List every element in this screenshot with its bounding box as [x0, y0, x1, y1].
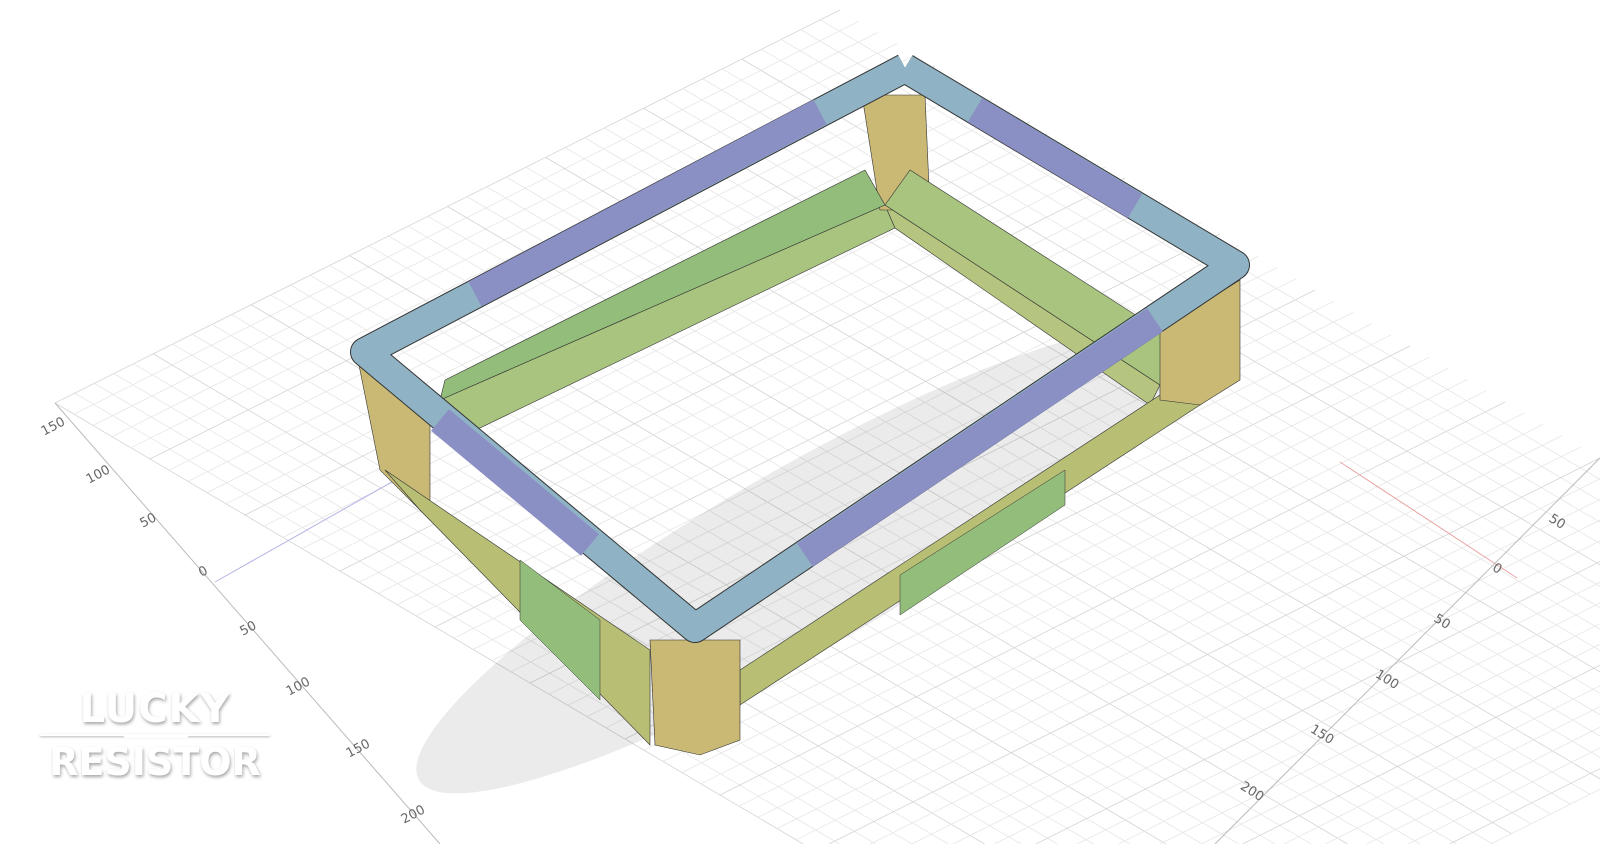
logo-resistor-bar: [40, 729, 270, 738]
axis-tick-label: 50: [1546, 511, 1568, 532]
axis-tick-label: 200: [399, 802, 428, 827]
logo-line2: RESISTOR: [49, 740, 261, 784]
axis-tick-label: 50: [1431, 611, 1453, 632]
axis-tick-label: 0: [196, 563, 210, 580]
enclosure-frame-model[interactable]: [350, 54, 1250, 844]
axis-tick-label: 150: [344, 736, 373, 761]
axis-tick-label: 200: [1237, 779, 1266, 805]
grid-line: [1242, 664, 1600, 844]
grid-line: [1035, 561, 1600, 844]
grid-line: [1283, 685, 1600, 844]
axis-tick-label: 50: [138, 510, 160, 531]
lucky-resistor-logo: LUCKY RESISTOR: [40, 688, 270, 782]
far-left-inner-rail: [439, 204, 896, 441]
ground-grid: [54, 9, 1600, 844]
near-corner-post: [649, 639, 741, 756]
axis-tick-label: 100: [84, 462, 113, 487]
axis-tick-label: 50: [238, 618, 260, 639]
grid-line: [1366, 726, 1600, 844]
grid-line: [1077, 581, 1600, 844]
axis-tick-label: 150: [1307, 722, 1336, 748]
grid-line: [994, 540, 1600, 844]
grid-line: [1449, 768, 1600, 844]
axis-tick-label: 100: [284, 674, 313, 699]
axis-tick-label: 150: [39, 414, 68, 439]
grid-line: [1159, 623, 1600, 844]
logo-line1: LUCKY: [79, 686, 231, 732]
grid-line: [1201, 644, 1600, 844]
y-axis-line: [214, 465, 421, 583]
grid-line: [1490, 789, 1600, 844]
